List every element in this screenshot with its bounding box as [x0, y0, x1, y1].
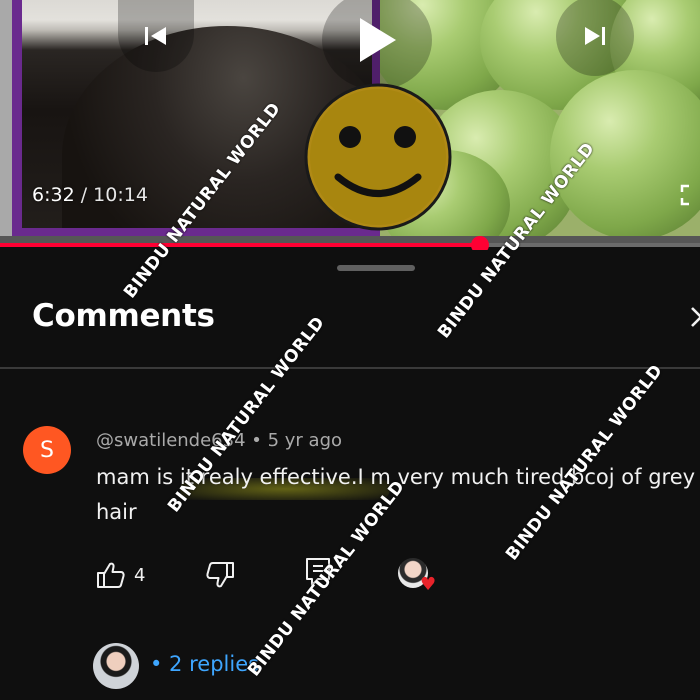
progress-fill — [0, 243, 480, 247]
dislike-button[interactable] — [205, 561, 235, 589]
comments-title: Comments — [32, 298, 215, 334]
like-count: 4 — [134, 564, 146, 586]
playback-time: 6:32 / 10:14 — [32, 184, 148, 206]
skip-previous-icon — [145, 27, 166, 45]
creator-heart-icon: ♥ — [420, 574, 437, 595]
current-time: 6:32 — [32, 184, 75, 206]
reply-avatar[interactable] — [93, 643, 139, 689]
like-icon — [97, 562, 125, 588]
meta-bullet: • — [245, 430, 268, 451]
time-separator: / — [74, 184, 94, 206]
video-player[interactable]: 6:32 / 10:14 — [0, 0, 700, 246]
view-replies-link[interactable]: • 2 replies — [150, 652, 259, 676]
panel-divider — [0, 367, 700, 369]
duration: 10:14 — [93, 184, 148, 206]
comment-age: 5 yr ago — [267, 430, 343, 451]
smiley-sticker — [304, 83, 452, 231]
creator-heart: ♥ — [398, 558, 440, 595]
fullscreen-icon[interactable] — [680, 184, 700, 206]
drag-handle[interactable] — [337, 265, 415, 271]
skip-next-icon — [585, 27, 605, 45]
dislike-icon — [206, 562, 234, 588]
play-icon — [360, 18, 396, 62]
close-icon[interactable] — [686, 306, 700, 332]
like-button[interactable]: 4 — [96, 561, 145, 589]
avatar[interactable]: S — [23, 426, 71, 474]
